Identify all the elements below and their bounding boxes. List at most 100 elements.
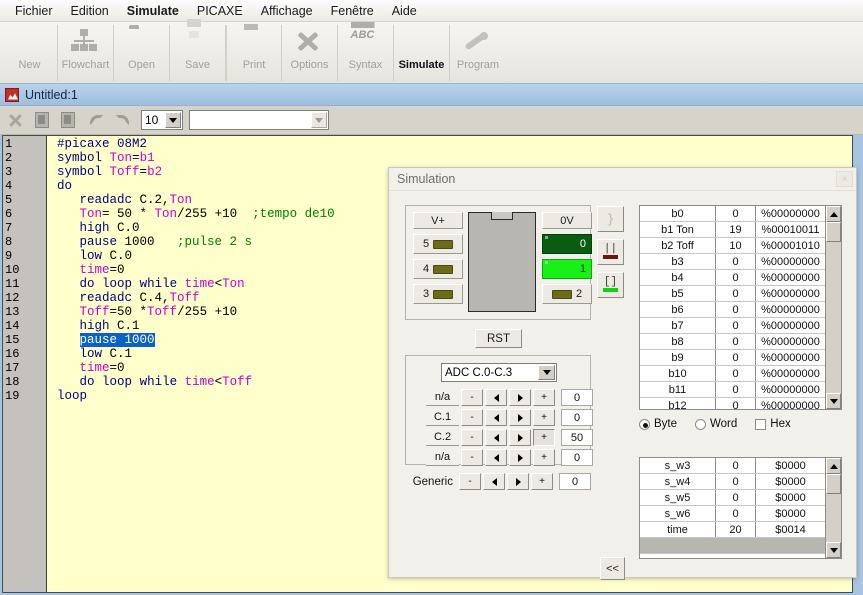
scroll-up-icon[interactable] bbox=[826, 458, 841, 474]
new-button[interactable]: New bbox=[2, 25, 58, 81]
pin-label: 2 bbox=[576, 288, 582, 300]
adc-plus-button[interactable]: + bbox=[533, 389, 555, 406]
run-button[interactable]: } bbox=[597, 206, 624, 232]
menu-item-affichage[interactable]: Affichage bbox=[252, 2, 322, 20]
adc-minus-button[interactable]: - bbox=[461, 449, 483, 466]
cut-button[interactable] bbox=[3, 109, 28, 132]
font-size-select[interactable]: 10 bbox=[141, 110, 183, 130]
adc-minus-button[interactable]: - bbox=[461, 389, 483, 406]
table-row[interactable]: b1 Ton19%00010011 bbox=[640, 222, 825, 238]
menu-item-edition[interactable]: Edition bbox=[62, 2, 118, 20]
flowchart-button[interactable]: Flowchart bbox=[58, 25, 114, 81]
adc-left-button[interactable] bbox=[485, 389, 507, 406]
chevron-down-icon[interactable] bbox=[538, 365, 555, 380]
variable-name: s_w3 bbox=[640, 458, 716, 473]
copy-button[interactable] bbox=[29, 109, 54, 132]
code-line[interactable]: #picaxe 08M2 bbox=[47, 137, 852, 151]
table-row[interactable]: time20$0014 bbox=[640, 522, 825, 538]
radio-byte[interactable]: Byte bbox=[639, 418, 677, 430]
reset-button[interactable]: RST bbox=[475, 329, 522, 348]
scroll-down-icon[interactable] bbox=[826, 542, 841, 558]
generic-right-button[interactable] bbox=[507, 473, 529, 490]
adc-left-button[interactable] bbox=[485, 429, 507, 446]
scrollbar-track[interactable] bbox=[826, 242, 841, 393]
checkbox-hex[interactable]: Hex bbox=[755, 418, 790, 430]
menu-item-fichier[interactable]: Fichier bbox=[6, 2, 62, 20]
redo-button[interactable] bbox=[111, 109, 136, 132]
adc-left-button[interactable] bbox=[485, 409, 507, 426]
program-button[interactable]: Program bbox=[450, 25, 506, 81]
collapse-panel-button[interactable]: << bbox=[600, 557, 625, 580]
scrollbar-track[interactable] bbox=[826, 494, 841, 542]
table-row[interactable]: b00%00000000 bbox=[640, 206, 825, 222]
close-icon[interactable]: × bbox=[836, 171, 853, 187]
table-row[interactable]: s_w40$0000 bbox=[640, 474, 825, 490]
table-row[interactable]: b90%00000000 bbox=[640, 350, 825, 366]
chip-pin-0[interactable]: 0 bbox=[542, 234, 592, 254]
symbol-select[interactable] bbox=[189, 110, 329, 130]
scrollbar-thumb[interactable] bbox=[826, 474, 841, 494]
pause-button[interactable]: || bbox=[597, 239, 624, 265]
chip-pin-1[interactable]: 1 bbox=[542, 259, 592, 279]
generic-left-button[interactable] bbox=[483, 473, 505, 490]
table-row[interactable]: b100%00000000 bbox=[640, 366, 825, 382]
chip-pin-2[interactable]: 2 bbox=[542, 284, 592, 304]
generic-minus-button[interactable]: - bbox=[459, 473, 481, 490]
chip-pin-4[interactable]: 4 bbox=[413, 259, 463, 279]
chevron-down-icon[interactable] bbox=[165, 112, 181, 128]
adc-channel-select[interactable]: ADC C.0-C.3 bbox=[441, 363, 557, 382]
adc-right-button[interactable] bbox=[509, 389, 531, 406]
table-row[interactable]: s_w60$0000 bbox=[640, 506, 825, 522]
adc-right-button[interactable] bbox=[509, 449, 531, 466]
stop-button[interactable]: [] bbox=[597, 272, 624, 298]
adc-plus-button[interactable]: + bbox=[533, 449, 555, 466]
chip-rail-0V[interactable]: 0V bbox=[542, 212, 592, 229]
word-variables-table[interactable]: s_w30$0000s_w40$0000s_w50$0000s_w60$0000… bbox=[639, 457, 842, 559]
adc-minus-button[interactable]: - bbox=[461, 429, 483, 446]
table-row[interactable]: b110%00000000 bbox=[640, 382, 825, 398]
adc-plus-button[interactable]: + bbox=[533, 409, 555, 426]
word-table-scrollbar[interactable] bbox=[825, 458, 841, 558]
byte-table-scrollbar[interactable] bbox=[825, 206, 841, 409]
undo-button[interactable] bbox=[85, 109, 110, 132]
open-button[interactable]: Open bbox=[114, 25, 170, 81]
adc-left-button[interactable] bbox=[485, 449, 507, 466]
table-row[interactable]: b30%00000000 bbox=[640, 254, 825, 270]
adc-minus-button[interactable]: - bbox=[461, 409, 483, 426]
generic-plus-button[interactable]: + bbox=[531, 473, 553, 490]
table-row[interactable]: b80%00000000 bbox=[640, 334, 825, 350]
simulate-button[interactable]: STOPSimulate bbox=[394, 25, 450, 81]
paste-button[interactable] bbox=[55, 109, 80, 132]
adc-plus-button[interactable]: + bbox=[533, 429, 555, 446]
table-row[interactable]: b40%00000000 bbox=[640, 270, 825, 286]
chip-notch bbox=[491, 212, 513, 220]
save-button[interactable]: Save bbox=[170, 25, 226, 81]
scrollbar-thumb[interactable] bbox=[826, 222, 841, 242]
menu-item-fentre[interactable]: Fenêtre bbox=[322, 2, 383, 20]
menu-item-simulate[interactable]: Simulate bbox=[118, 2, 188, 20]
table-row[interactable]: b2 Toff10%00001010 bbox=[640, 238, 825, 254]
adc-right-button[interactable] bbox=[509, 409, 531, 426]
table-row[interactable]: b50%00000000 bbox=[640, 286, 825, 302]
table-row[interactable]: s_w50$0000 bbox=[640, 490, 825, 506]
chip-rail-V[interactable]: V+ bbox=[413, 212, 463, 229]
byte-variables-table[interactable]: b00%00000000b1 Ton19%00010011b2 Toff10%0… bbox=[639, 205, 842, 410]
table-row[interactable]: b70%00000000 bbox=[640, 318, 825, 334]
table-row[interactable]: s_w30$0000 bbox=[640, 458, 825, 474]
menu-item-aide[interactable]: Aide bbox=[383, 2, 426, 20]
adc-right-button[interactable] bbox=[509, 429, 531, 446]
scroll-up-icon[interactable] bbox=[826, 206, 841, 222]
options-button[interactable]: Options bbox=[282, 25, 338, 81]
chip-pin-3[interactable]: 3 bbox=[413, 284, 463, 304]
code-line[interactable]: symbol Ton=b1 bbox=[47, 151, 852, 165]
chip-pin-5[interactable]: 5 bbox=[413, 234, 463, 254]
radio-word[interactable]: Word bbox=[695, 418, 737, 430]
chevron-down-icon[interactable] bbox=[311, 112, 327, 128]
variable-value: 0 bbox=[716, 318, 756, 333]
print-button[interactable]: Print bbox=[226, 25, 282, 81]
menu-item-picaxe[interactable]: PICAXE bbox=[188, 2, 252, 20]
table-row[interactable]: b120%00000000 bbox=[640, 398, 825, 409]
table-row[interactable]: b60%00000000 bbox=[640, 302, 825, 318]
syntax-button[interactable]: ABCSyntax bbox=[338, 25, 394, 81]
scroll-down-icon[interactable] bbox=[826, 393, 841, 409]
